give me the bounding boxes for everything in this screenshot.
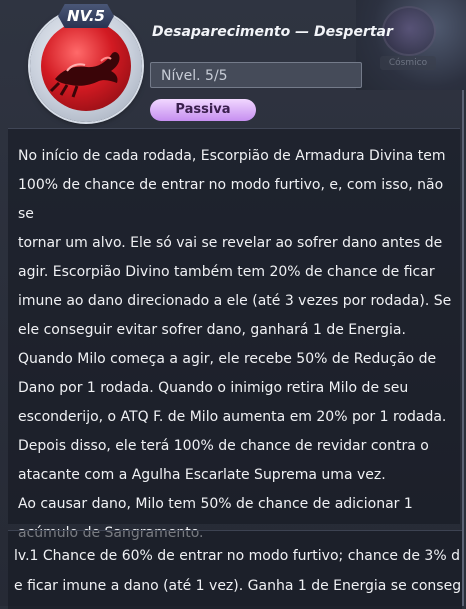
skill-header: NV.5 Desaparecimento — Despertar Nível. …: [0, 0, 466, 128]
skill-description: No início de cada rodada, Escorpião de A…: [18, 148, 452, 541]
level-details[interactable]: lv.1 Chance de 60% de entrar no modo fur…: [14, 541, 466, 603]
scorpion-icon: [41, 21, 131, 111]
skill-type-badge: Passiva: [150, 99, 256, 121]
level-details-line-1: lv.1 Chance de 60% de entrar no modo fur…: [14, 548, 460, 564]
level-badge: NV.5: [58, 4, 114, 28]
level-details-line-2: e ficar imune a dano (até 1 vez). Ganha …: [14, 578, 462, 594]
skill-title: Desaparecimento — Despertar: [152, 24, 393, 40]
skill-level-field: Nível. 5/5: [150, 62, 362, 88]
